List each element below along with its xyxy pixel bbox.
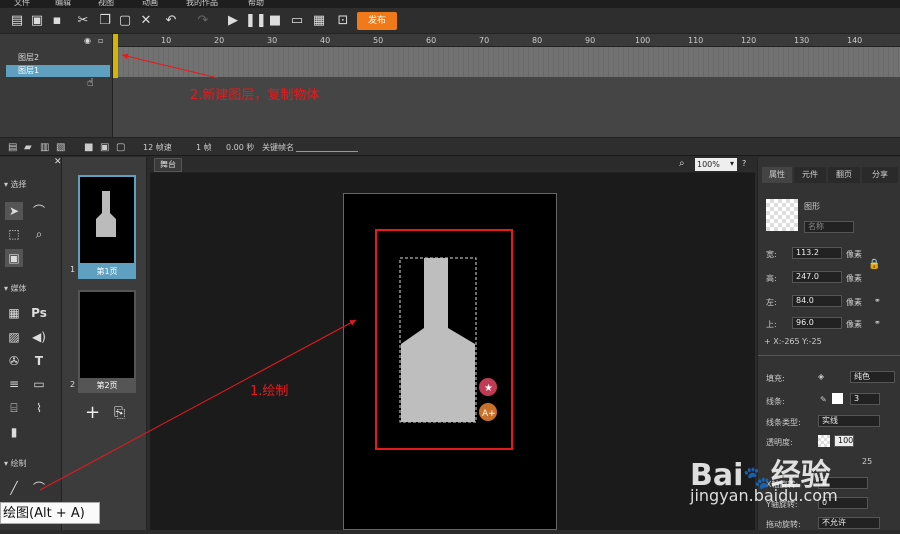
- tooltip: 绘图(Alt + A): [0, 502, 100, 524]
- annotation-step2: 2.新建图层，复制物体: [190, 88, 320, 103]
- annotation-step1: 1.绘制: [250, 384, 289, 399]
- arrow-step1: [39, 319, 357, 491]
- arrow-step2: [121, 53, 219, 79]
- baidu-url: jingyan.baidu.com: [690, 486, 838, 505]
